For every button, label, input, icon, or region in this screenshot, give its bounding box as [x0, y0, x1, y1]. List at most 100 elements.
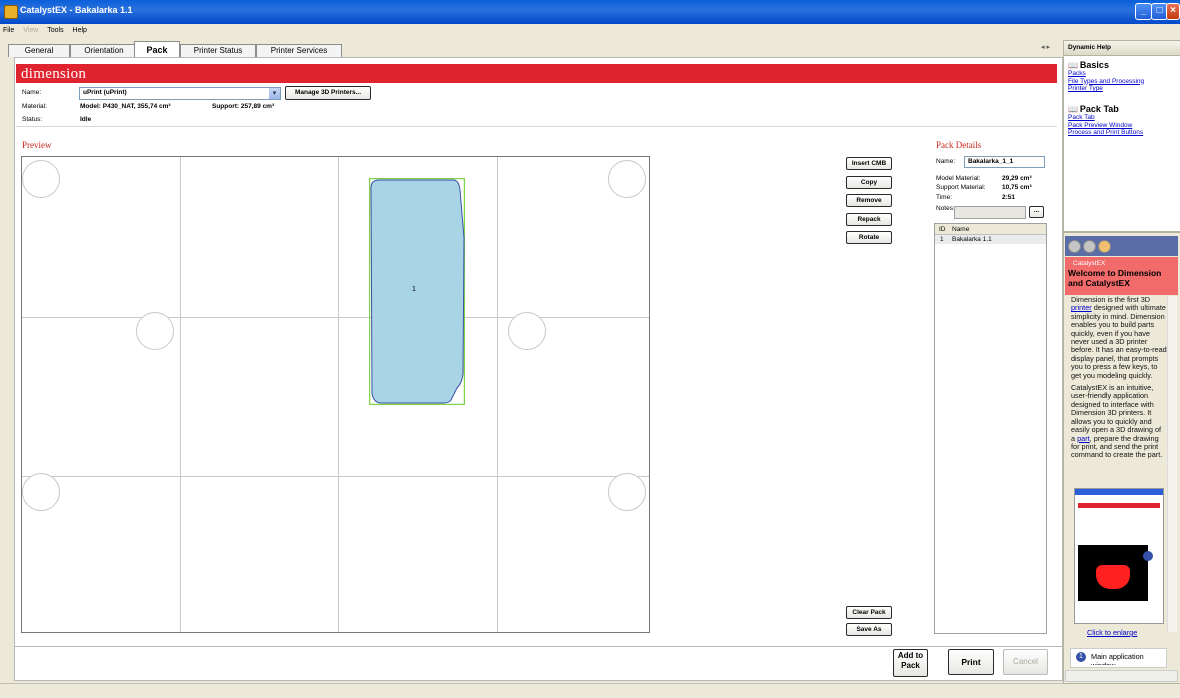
enlarge-link[interactable]: Click to enlarge	[1087, 629, 1137, 637]
insert-cmb-button[interactable]: Insert CMB	[846, 157, 892, 170]
help-header-title: Dynamic Help	[1068, 44, 1111, 51]
thumb-part	[1096, 565, 1130, 589]
dimension-logo: dimension	[21, 66, 87, 82]
help-link-pack-tab[interactable]: Pack Tab	[1068, 114, 1176, 122]
menu-file[interactable]: File	[3, 24, 14, 38]
pack-name-input[interactable]: Bakalarka_1_1	[964, 156, 1045, 168]
model-material-label: Model Material:	[936, 175, 981, 182]
rotate-button[interactable]: Rotate	[846, 231, 892, 244]
pack-name-value: Bakalarka_1_1	[968, 158, 1014, 165]
tray-circle	[136, 312, 174, 350]
back-icon[interactable]	[1068, 240, 1081, 253]
time-label: Time:	[936, 194, 953, 201]
click-to-enlarge[interactable]: Click to enlarge	[1087, 629, 1137, 637]
support-value: Support: 257,89 cm³	[212, 103, 275, 110]
parts-list[interactable]: ID Name 1 Bakalarka 1.1	[934, 223, 1047, 634]
help-para1-b: designed with ultimate simplicity in min…	[1071, 303, 1167, 380]
app-icon	[4, 5, 18, 19]
status-value: Idle	[80, 116, 92, 123]
repack-button[interactable]: Repack	[846, 213, 892, 226]
welcome-title: Welcome to Dimension and CatalystEX	[1068, 268, 1162, 288]
printer-select-value: uPrint (uPrint)	[83, 89, 127, 96]
help-link-file-types[interactable]: File Types and Processing	[1068, 78, 1176, 86]
tray-circle	[608, 160, 646, 198]
preview-build-tray[interactable]	[21, 156, 650, 633]
cancel-button[interactable]: Cancel	[1003, 649, 1048, 675]
tab-printer-status[interactable]: Printer Status	[180, 44, 256, 57]
tab-strip: General Orientation Pack Printer Status …	[8, 41, 1058, 58]
help-hscrollbar[interactable]	[1065, 670, 1178, 682]
step-callout: 1 Main application window	[1070, 648, 1167, 668]
copy-button[interactable]: Copy	[846, 176, 892, 189]
title-bar: CatalystEX - Bakalarka 1.1 _ □ ×	[0, 0, 1180, 24]
list-item-id: 1	[940, 236, 944, 243]
print-button[interactable]: Print	[948, 649, 994, 675]
remove-button[interactable]: Remove	[846, 194, 892, 207]
divider	[16, 126, 1057, 127]
thumb-marker	[1143, 551, 1153, 561]
screenshot-thumbnail[interactable]	[1074, 488, 1164, 624]
tray-circle	[22, 160, 60, 198]
list-header-id: ID	[939, 226, 946, 233]
tab-scroll-arrows[interactable]: ◂ ▸	[1041, 43, 1050, 51]
manage-printers-button[interactable]: Manage 3D Printers...	[285, 86, 371, 100]
tab-orientation[interactable]: Orientation	[70, 44, 138, 57]
tab-general[interactable]: General	[8, 44, 70, 57]
tab-printer-services[interactable]: Printer Services	[256, 44, 342, 57]
material-label: Material:	[22, 103, 47, 110]
help-section-title: Pack Tab	[1079, 104, 1119, 114]
support-material-label: Support Material:	[936, 184, 986, 191]
help-link-packs[interactable]: Packs	[1068, 70, 1176, 78]
help-section-pack-tab: 📖 Pack Tab Pack Tab Pack Preview Window …	[1068, 104, 1176, 137]
thumb-preview	[1078, 545, 1148, 601]
pack-name-label: Name:	[936, 158, 956, 165]
menu-view[interactable]: View	[23, 24, 38, 38]
grid-line	[22, 317, 649, 318]
home-icon[interactable]	[1098, 240, 1111, 253]
grid-line	[338, 157, 339, 632]
help-link-printer-type[interactable]: Printer Type	[1068, 85, 1176, 93]
help-text: Dimension is the first 3D printer design…	[1071, 295, 1167, 464]
grid-line	[497, 157, 498, 632]
list-item[interactable]: 1 Bakalarka 1.1	[935, 235, 1046, 244]
notes-browse-button[interactable]: ...	[1029, 206, 1044, 218]
support-material-value: 10,75 cm³	[1002, 184, 1032, 191]
list-header-name: Name	[952, 226, 970, 233]
forward-icon[interactable]	[1083, 240, 1096, 253]
book-icon: 📖	[1068, 105, 1078, 114]
pack-details-label: Pack Details	[936, 140, 982, 150]
thumb-brandbar	[1078, 503, 1160, 508]
help-link-print-buttons[interactable]: Process and Print Buttons	[1068, 129, 1176, 137]
add-to-pack-button[interactable]: Add to Pack	[893, 649, 928, 677]
name-label: Name:	[22, 89, 42, 96]
list-item-name: Bakalarka 1.1	[952, 236, 992, 243]
model-material-value: 29,29 cm³	[1002, 175, 1032, 182]
part-footprint[interactable]	[369, 178, 465, 405]
grid-line	[22, 476, 649, 477]
part-number: 1	[412, 286, 416, 293]
preview-label: Preview	[22, 140, 52, 150]
clear-pack-button[interactable]: Clear Pack	[846, 606, 892, 619]
window-title: CatalystEX - Bakalarka 1.1	[20, 5, 133, 15]
printer-select[interactable]: uPrint (uPrint) ▾	[79, 87, 281, 100]
notes-field[interactable]	[954, 206, 1026, 219]
save-as-button[interactable]: Save As	[846, 623, 892, 636]
welcome-small: CatalystEX	[1073, 260, 1106, 267]
help-nav-bar	[1065, 236, 1178, 256]
menu-tools[interactable]: Tools	[47, 24, 63, 38]
help-scrollbar[interactable]	[1167, 296, 1177, 632]
close-button[interactable]: ×	[1166, 3, 1180, 20]
notes-label: Notes:	[936, 205, 955, 212]
help-link-pack-preview[interactable]: Pack Preview Window	[1068, 122, 1176, 130]
help-section-basics: 📖 Basics Packs File Types and Processing…	[1068, 60, 1176, 93]
grid-line	[180, 157, 181, 632]
add-to-pack-line1: Add to	[897, 651, 924, 660]
menu-help[interactable]: Help	[73, 24, 87, 38]
welcome-banner: CatalystEX Welcome to Dimension and Cata…	[1065, 257, 1178, 295]
thumb-titlebar	[1075, 489, 1163, 495]
chevron-down-icon[interactable]: ▾	[269, 88, 280, 99]
step-number: 1	[1076, 652, 1086, 662]
tab-pack[interactable]: Pack	[134, 41, 180, 58]
minimize-button[interactable]: _	[1135, 3, 1152, 20]
time-value: 2:51	[1002, 194, 1016, 201]
